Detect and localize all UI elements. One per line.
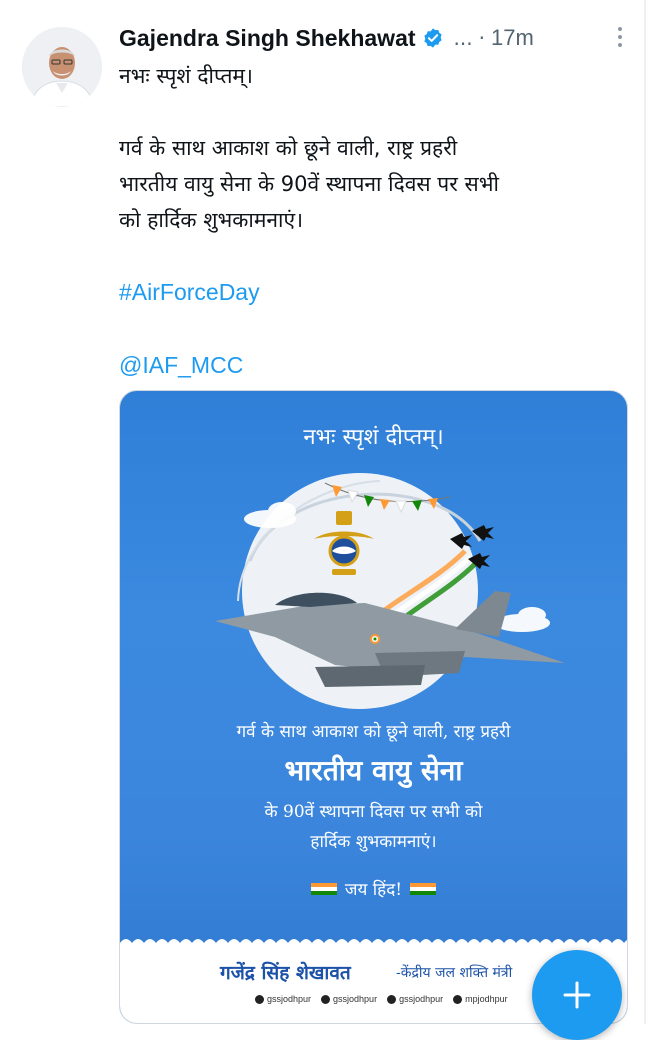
- poster-jai-hind: जय हिंद!: [120, 877, 627, 900]
- author-avatar[interactable]: [22, 27, 102, 107]
- flag-icon: [410, 882, 437, 895]
- social-handle: mpjodhpur: [453, 994, 508, 1004]
- social-handle: gssjodhpur: [387, 994, 443, 1004]
- jai-hind-text: जय हिंद!: [344, 880, 403, 900]
- avatar-photo: [22, 27, 102, 107]
- verified-badge-icon: [423, 28, 442, 48]
- tweet-body: नभः स्पृशं दीप्तम्। गर्व के साथ आकाश को …: [119, 58, 629, 384]
- author-handle[interactable]: ...: [454, 26, 473, 50]
- flag-icon: [310, 882, 337, 895]
- poster-headline: भारतीय वायु सेना: [284, 754, 463, 787]
- poster-line: के 90वें स्थापना दिवस पर सभी को: [264, 802, 483, 822]
- poster-footer-role: -केंद्रीय जल शक्ति मंत्री: [396, 965, 513, 981]
- mention-link[interactable]: @IAF_MCC: [119, 352, 243, 378]
- poster-title: नभः स्पृशं दीप्तम्।: [303, 425, 444, 450]
- poster-line: गर्व के साथ आकाश को छूने वाली, राष्ट्र प…: [236, 722, 511, 742]
- tweet-header: Gajendra Singh Shekhawat ... · 17m: [119, 22, 626, 54]
- plus-icon: [563, 981, 591, 1009]
- tweet-timestamp[interactable]: 17m: [491, 25, 534, 51]
- hashtag-link[interactable]: #AirForceDay: [119, 279, 260, 305]
- poster-artwork: [120, 473, 627, 1023]
- more-vertical-icon[interactable]: [614, 24, 626, 50]
- compose-button[interactable]: [532, 950, 622, 1040]
- tweet-text-line: गर्व के साथ आकाश को छूने वाली, राष्ट्र प…: [119, 136, 458, 160]
- poster-socials: gssjodhpur gssjodhpur gssjodhpur mpjodhp…: [255, 994, 508, 1004]
- tweet-text-line: नभः स्पृशं दीप्तम्।: [119, 64, 253, 88]
- author-name[interactable]: Gajendra Singh Shekhawat: [119, 25, 416, 52]
- poster-footer-name: गजेंद्र सिंह शेखावत: [220, 962, 351, 984]
- tweet-text-line: भारतीय वायु सेना के 90वें स्थापना दिवस प…: [119, 172, 499, 196]
- social-handle: gssjodhpur: [321, 994, 377, 1004]
- social-handle: gssjodhpur: [255, 994, 311, 1004]
- meta-separator: ·: [478, 26, 485, 50]
- tweet-media-image[interactable]: नभः स्पृशं दीप्तम्। गर्व के साथ आकाश को …: [119, 390, 628, 1024]
- tweet-text-line: को हार्दिक शुभकामनाएं।: [119, 208, 304, 232]
- poster-line: हार्दिक शुभकामनाएं।: [310, 832, 437, 852]
